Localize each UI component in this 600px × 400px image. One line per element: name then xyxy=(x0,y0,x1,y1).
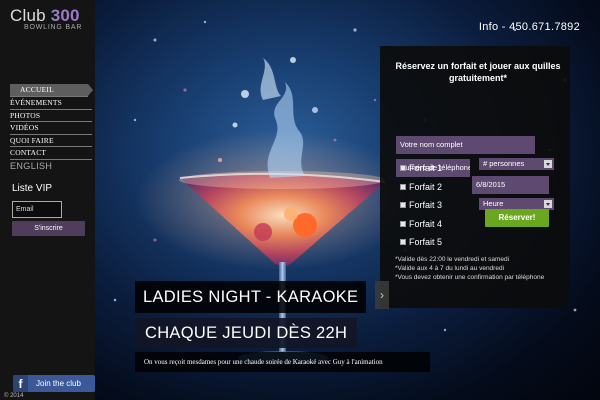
logo-wordmark: Club 300 xyxy=(10,6,82,26)
forfait-1-checkbox[interactable] xyxy=(400,165,406,171)
forfait-5-label: Forfait 5 xyxy=(409,237,443,247)
slide-description: On vous reçoit mesdames pour une chaude … xyxy=(135,352,430,372)
persons-select-value: # personnes xyxy=(483,159,525,168)
chevron-right-icon: › xyxy=(380,288,384,302)
copyright-text: © 2014 xyxy=(4,393,24,399)
nav-item-contact[interactable]: CONTACT xyxy=(10,147,92,160)
forfait-1-label: Forfait 1 xyxy=(409,163,443,173)
logo-number: 300 xyxy=(50,6,80,25)
vip-list-title: Liste VIP xyxy=(12,183,53,194)
forfait-option-4[interactable]: Forfait 4 xyxy=(400,218,470,230)
vip-email-field[interactable]: Email xyxy=(12,201,62,218)
forfait-2-label: Forfait 2 xyxy=(409,181,443,192)
vip-subscribe-button[interactable]: S'inscrire xyxy=(12,221,85,236)
language-english-link[interactable]: ENGLISH xyxy=(10,160,92,173)
nav-item-evenements[interactable]: ÉVÉNEMENTS xyxy=(10,97,92,110)
facebook-join-label: Join the club xyxy=(36,379,81,388)
forfait-2-checkbox[interactable] xyxy=(400,183,406,190)
date-field[interactable]: 6/8/2015 xyxy=(472,176,549,194)
facebook-icon: f xyxy=(13,375,28,392)
reservation-title: Réservez un forfait et jouer aux quilles… xyxy=(395,61,561,83)
reservation-note: *Vous devez obtenir une confirmation par… xyxy=(395,274,545,281)
hour-select-value: Heure xyxy=(483,199,504,208)
forfait-5-checkbox[interactable] xyxy=(400,239,406,245)
forfait-option-1[interactable]: Forfait 1 xyxy=(400,162,470,174)
nav-item-quoi-faire[interactable]: QUOI FAIRE xyxy=(10,135,92,147)
forfait-4-checkbox[interactable] xyxy=(400,220,406,227)
forfait-option-2[interactable]: Forfait 2 xyxy=(400,181,470,193)
club-300-logo[interactable]: Club 300 BOWLING BAR xyxy=(10,6,82,31)
full-name-field[interactable]: Votre nom complet xyxy=(396,136,535,154)
forfait-3-checkbox[interactable] xyxy=(400,202,406,208)
reservation-panel: Réservez un forfait et jouer aux quilles… xyxy=(380,46,570,308)
nav-item-videos[interactable]: VIDÉOS xyxy=(10,122,92,135)
facebook-join-button[interactable]: f Join the club xyxy=(13,375,95,392)
forfait-3-label: Forfait 3 xyxy=(409,200,443,210)
forfait-4-label: Forfait 4 xyxy=(409,218,443,229)
chevron-down-icon xyxy=(544,200,552,208)
slide-title: LADIES NIGHT - KARAOKE xyxy=(135,281,367,313)
nav-item-photos[interactable]: PHOTOS xyxy=(10,110,92,122)
main-nav: ACCUEIL ÉVÉNEMENTS PHOTOS VIDÉOS QUOI FA… xyxy=(10,84,93,173)
slide-subtitle: CHAQUE JEUDI DÈS 22H xyxy=(135,318,358,348)
chevron-down-icon xyxy=(544,160,552,168)
persons-select[interactable]: # personnes xyxy=(479,158,554,170)
reserve-button[interactable]: Réserver! xyxy=(485,209,549,227)
logo-tagline: BOWLING BAR xyxy=(24,24,83,31)
slide-next-button[interactable]: › xyxy=(375,281,389,309)
nav-item-accueil[interactable]: ACCUEIL xyxy=(10,84,93,97)
forfait-option-3[interactable]: Forfait 3 xyxy=(400,199,470,211)
sidebar: Club 300 BOWLING BAR ACCUEIL ÉVÉNEMENTS … xyxy=(0,0,95,400)
phone-info: Info - 450.671.7892 xyxy=(478,21,580,33)
logo-name: Club xyxy=(10,6,46,25)
forfait-option-5[interactable]: Forfait 5 xyxy=(400,236,470,248)
